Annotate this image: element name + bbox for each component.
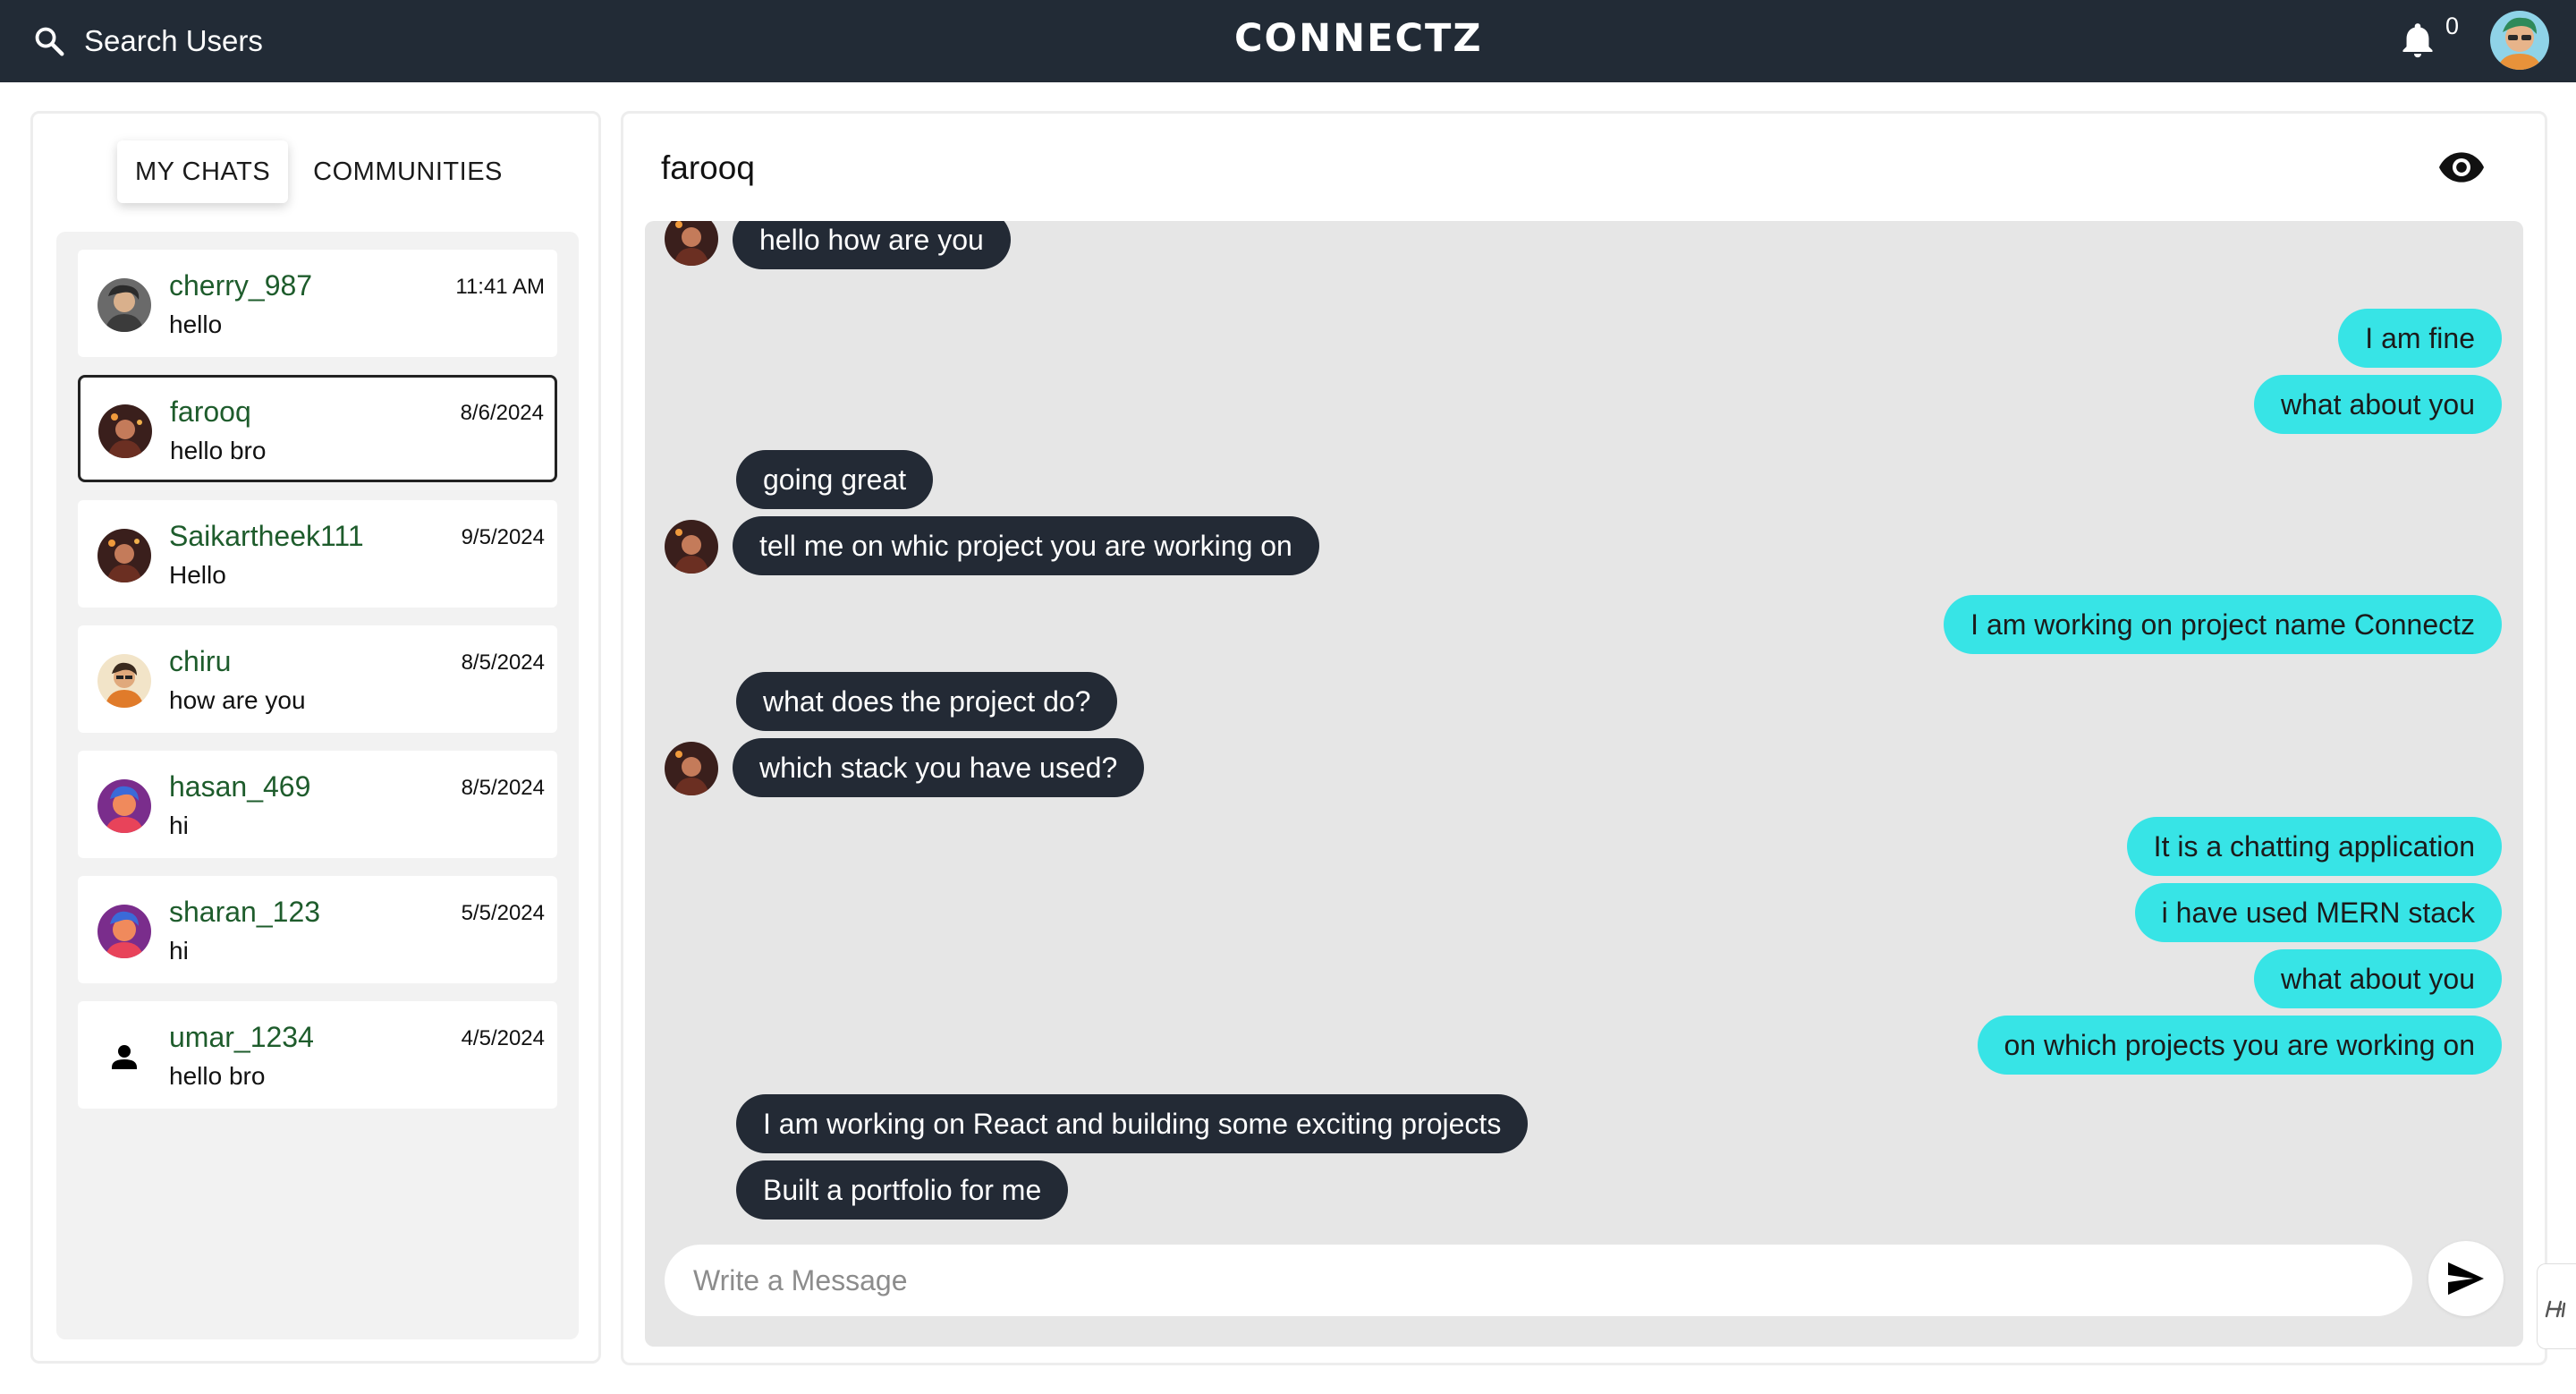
bell-icon[interactable]: [2397, 18, 2438, 63]
chats-panel: MY CHATS COMMUNITIES cherry_987 hello 11…: [30, 111, 601, 1364]
contact-name: sharan_123: [169, 896, 321, 928]
message-bubble-received: Built a portfolio for me: [736, 1160, 1069, 1220]
contact-name: umar_1234: [169, 1021, 314, 1053]
message-bubble-sent: on which projects you are working on: [1977, 1016, 2502, 1075]
notification-count: 0: [2445, 13, 2460, 39]
message-bubble-received: I am working on React and building some …: [736, 1094, 1529, 1153]
message-bubble-received: going great: [736, 450, 934, 509]
last-message: hello bro: [170, 437, 267, 464]
avatar: [97, 529, 151, 582]
widget-icon: [2545, 1300, 2566, 1318]
avatar[interactable]: [2490, 11, 2549, 70]
tab-communities[interactable]: COMMUNITIES: [295, 140, 521, 203]
search-users-button[interactable]: Search Users: [32, 18, 263, 64]
message-time: 8/5/2024: [461, 650, 545, 675]
contact-name: cherry_987: [169, 269, 313, 302]
top-bar: Search Users CONNECTZ 0: [0, 0, 2576, 82]
eye-icon[interactable]: [2439, 151, 2484, 183]
contact-name: hasan_469: [169, 770, 311, 803]
send-icon: [2448, 1262, 2484, 1296]
chat-tabs: MY CHATS COMMUNITIES: [117, 140, 521, 203]
avatar: [98, 404, 152, 458]
message-bubble-sent: I am working on project name Connectz: [1944, 595, 2502, 654]
message-bubble-sent: I am fine: [2338, 309, 2502, 368]
message-bubble-sent: i have used MERN stack: [2134, 883, 2502, 942]
chat-item-farooq[interactable]: farooq hello bro 8/6/2024: [78, 375, 557, 482]
message-bubble-received: which stack you have used?: [733, 738, 1145, 797]
chat-title: farooq: [661, 149, 755, 186]
message-time: 11:41 AM: [455, 275, 545, 299]
last-message: hi: [169, 937, 189, 965]
chat-list: cherry_987 hello 11:41 AM farooq hello b…: [56, 232, 579, 1339]
message-area: hello how are you I am fine what about y…: [645, 221, 2523, 1347]
message-input[interactable]: [665, 1245, 2412, 1316]
chat-item-hasan-469[interactable]: hasan_469 hi 8/5/2024: [78, 751, 557, 858]
side-widget-handle[interactable]: [2537, 1263, 2576, 1349]
app-logo: CONNECTZ: [1234, 16, 1483, 61]
last-message: hello: [169, 310, 223, 338]
message-bubble-received: what does the project do?: [736, 672, 1118, 731]
message-time: 8/5/2024: [461, 776, 545, 800]
last-message: hello bro: [169, 1062, 266, 1090]
avatar: [665, 520, 718, 574]
avatar: [97, 278, 151, 332]
chat-item-cherry-987[interactable]: cherry_987 hello 11:41 AM: [78, 250, 557, 357]
last-message: Hello: [169, 561, 226, 589]
search-users-label: Search Users: [84, 24, 263, 57]
message-bubble-sent: what about you: [2253, 375, 2502, 434]
avatar: [665, 221, 718, 266]
avatar: [97, 654, 151, 708]
last-message: hi: [169, 812, 189, 839]
message-time: 8/6/2024: [460, 401, 544, 425]
chat-item-saikartheek111[interactable]: Saikartheek111 Hello 9/5/2024: [78, 500, 557, 608]
chat-item-chiru[interactable]: chiru how are you 8/5/2024: [78, 625, 557, 733]
contact-name: chiru: [169, 645, 232, 677]
message-bubble-sent: It is a chatting application: [2126, 817, 2502, 876]
chat-item-sharan-123[interactable]: sharan_123 hi 5/5/2024: [78, 876, 557, 983]
message-bubble-received: hello how are you: [733, 221, 1011, 269]
send-button[interactable]: [2428, 1241, 2504, 1316]
contact-name: Saikartheek111: [169, 520, 364, 552]
message-time: 4/5/2024: [461, 1026, 545, 1050]
person-icon: [97, 1030, 151, 1084]
tab-my-chats[interactable]: MY CHATS: [117, 140, 289, 203]
message-time: 9/5/2024: [461, 525, 545, 549]
message-bubble-received: tell me on whic project you are working …: [733, 516, 1319, 575]
contact-name: farooq: [170, 395, 251, 428]
avatar: [97, 905, 151, 958]
last-message: how are you: [169, 686, 306, 714]
avatar: [97, 779, 151, 833]
search-icon: [35, 27, 64, 56]
message-bubble-sent: what about you: [2253, 949, 2502, 1008]
message-time: 5/5/2024: [461, 901, 545, 925]
conversation-panel: farooq hello how are you I am fine what …: [621, 111, 2547, 1365]
chat-item-umar-1234[interactable]: umar_1234 hello bro 4/5/2024: [78, 1001, 557, 1109]
avatar: [665, 742, 718, 795]
